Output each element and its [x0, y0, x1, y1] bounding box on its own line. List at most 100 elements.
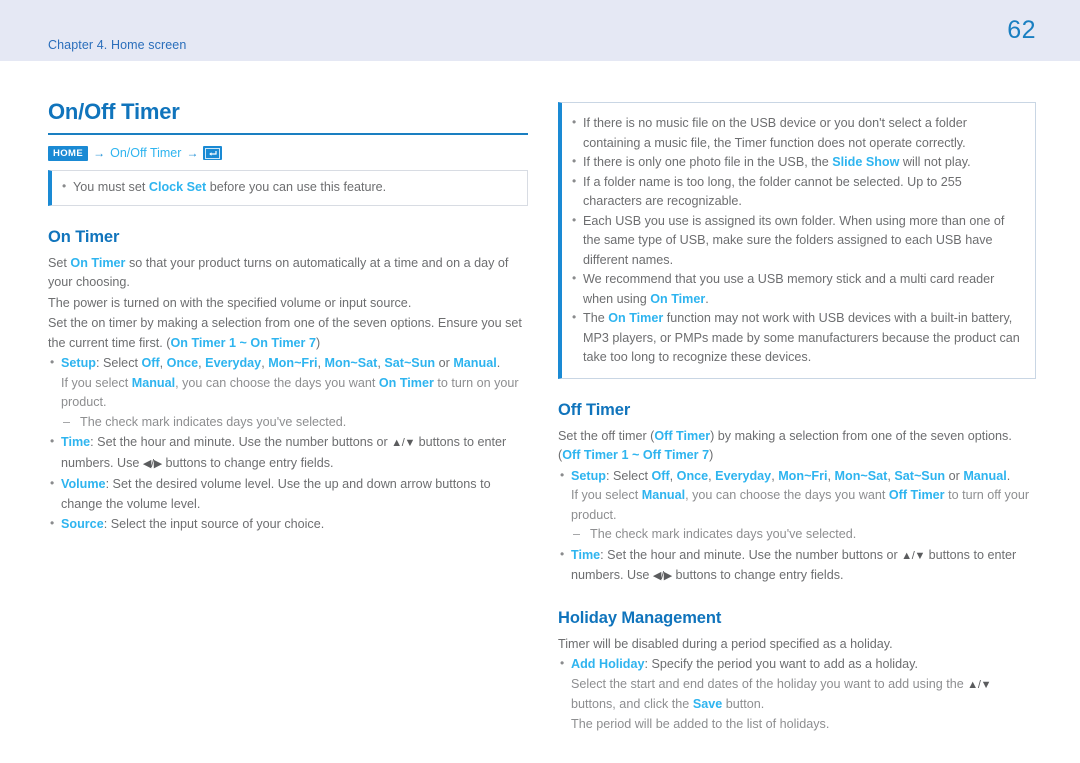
link-manual[interactable]: Manual — [642, 488, 685, 502]
usb-note-list: If there is no music file on the USB dev… — [570, 113, 1023, 368]
text-fragment: Select the start and end dates of the ho… — [571, 676, 968, 691]
note-box-usb: If there is no music file on the USB dev… — [558, 102, 1036, 379]
text-fragment: The — [583, 311, 609, 325]
text-fragment: : Select the input source of your choice… — [103, 517, 325, 531]
link-on-timer-note-2[interactable]: On Timer — [608, 311, 663, 325]
list-item-time: Time: Set the hour and minute. Use the n… — [48, 432, 528, 474]
section-title-holiday-management: Holiday Management — [558, 608, 722, 627]
option-off[interactable]: Off — [141, 356, 159, 370]
page-body: On/Off Timer HOME → On/Off Timer → You m… — [0, 61, 1080, 763]
text-fragment: : Set the hour and minute. Use the numbe… — [600, 547, 902, 562]
list-item-source: Source: Select the input source of your … — [48, 514, 528, 535]
list-item: The On Timer function may not work with … — [570, 308, 1023, 368]
option-once[interactable]: Once — [167, 356, 199, 370]
option-label-source[interactable]: Source — [61, 517, 104, 531]
link-on-timer-inline[interactable]: On Timer — [379, 376, 434, 390]
text-fragment: If there is only one photo file in the U… — [583, 155, 833, 169]
text-fragment: . — [1006, 468, 1011, 483]
note-link-clock-set[interactable]: Clock Set — [149, 180, 206, 194]
off-timer-paragraph-1: Set the off timer (Off Timer) by making … — [558, 427, 1036, 466]
option-sat-sun[interactable]: Sat~Sun — [894, 469, 945, 483]
list-item-setup: Setup: Select Off, Once, Everyday, Mon~F… — [48, 353, 528, 433]
setup-dash-list: The check mark indicates days you've sel… — [571, 525, 1036, 545]
link-off-timer-inline[interactable]: Off Timer — [889, 488, 945, 502]
up-down-arrow-icon: ▲/▼ — [967, 678, 992, 691]
option-everyday[interactable]: Everyday — [205, 356, 261, 370]
option-sat-sun[interactable]: Sat~Sun — [384, 356, 435, 370]
dash-item: The check mark indicates days you've sel… — [61, 413, 528, 433]
text-fragment: If you select — [571, 488, 642, 502]
section-title-on-timer: On Timer — [48, 227, 120, 246]
option-mon-fri[interactable]: Mon~Fri — [778, 469, 827, 483]
text-fragment: , you can choose the days you want — [685, 488, 889, 502]
list-item: We recommend that you use a USB memory s… — [570, 269, 1023, 309]
text-fragment: If you select — [61, 375, 132, 390]
text-fragment: : Set the desired volume level. Use the … — [61, 477, 491, 511]
option-mon-sat[interactable]: Mon~Sat — [325, 356, 378, 370]
option-manual[interactable]: Manual — [963, 469, 1006, 483]
list-item-add-holiday: Add Holiday: Specify the period you want… — [558, 654, 1036, 734]
breadcrumb-item-onoff-timer[interactable]: On/Off Timer — [110, 145, 181, 161]
text-fragment: ) — [709, 448, 714, 462]
dash-item: The check mark indicates days you've sel… — [571, 525, 1036, 545]
list-item: If there is only one photo file in the U… — [570, 152, 1023, 173]
text-fragment: , you can choose the days you want — [175, 375, 379, 390]
list-item: If there is no music file on the USB dev… — [570, 113, 1023, 153]
off-timer-bullet-list: Setup: Select Off, Once, Everyday, Mon~F… — [558, 466, 1036, 587]
option-manual[interactable]: Manual — [453, 356, 496, 370]
note-text-before: You must set — [73, 180, 149, 194]
link-on-timer-1[interactable]: On Timer 1 — [170, 336, 236, 350]
option-mon-sat[interactable]: Mon~Sat — [835, 469, 888, 483]
option-label-setup[interactable]: Setup — [571, 469, 606, 483]
text-fragment: . — [705, 291, 709, 306]
option-label-time[interactable]: Time — [571, 548, 600, 562]
setup-sub-text: If you select Manual, you can choose the… — [61, 374, 528, 413]
text-fragment: or — [435, 356, 454, 370]
on-timer-bullet-list: Setup: Select Off, Once, Everyday, Mon~F… — [48, 353, 528, 535]
setup-sub-text: If you select Manual, you can choose the… — [571, 486, 1036, 525]
option-label-setup[interactable]: Setup — [61, 356, 96, 370]
link-off-timer[interactable]: Off Timer — [654, 429, 710, 443]
option-label-volume[interactable]: Volume — [61, 477, 106, 491]
link-save-button[interactable]: Save — [693, 697, 722, 711]
text-fragment: : Set the hour and minute. Use the numbe… — [90, 435, 392, 449]
link-slide-show[interactable]: Slide Show — [832, 155, 899, 169]
text-fragment: : Specify the period you want to add as … — [644, 657, 918, 671]
breadcrumb-arrow-icon-2: → — [186, 146, 199, 160]
text-fragment: We recommend that you use a USB memory s… — [583, 272, 995, 306]
list-item: If a folder name is too long, the folder… — [570, 172, 1023, 212]
text-fragment: will not play. — [899, 155, 971, 169]
text-fragment: ) — [315, 335, 321, 350]
range-separator: ~ — [236, 335, 251, 350]
breadcrumb-home-badge[interactable]: HOME — [48, 145, 89, 161]
link-on-timer-note[interactable]: On Timer — [650, 292, 705, 306]
holiday-paragraph-1: Timer will be disabled during a period s… — [558, 636, 893, 651]
setup-dash-list: The check mark indicates days you've sel… — [61, 413, 528, 433]
chapter-label: Chapter 4. Home screen — [48, 38, 187, 52]
text-fragment: buttons, and click the — [571, 697, 693, 711]
note-item: You must set Clock Set before you can us… — [60, 177, 517, 198]
list-item-setup: Setup: Select Off, Once, Everyday, Mon~F… — [558, 466, 1036, 545]
range-separator: ~ — [628, 448, 643, 462]
link-manual[interactable]: Manual — [132, 376, 175, 390]
link-off-timer-1[interactable]: Off Timer 1 — [562, 448, 628, 462]
option-mon-fri[interactable]: Mon~Fri — [268, 356, 317, 370]
option-everyday[interactable]: Everyday — [715, 469, 771, 483]
left-right-arrow-icon: ◀/▶ — [652, 570, 672, 582]
text-fragment: . — [496, 356, 501, 370]
on-timer-paragraph-2: The power is turned on with the specifie… — [48, 295, 412, 310]
text-fragment: Set — [48, 255, 71, 270]
text-fragment: buttons to change entry fields. — [161, 455, 334, 470]
link-off-timer-7[interactable]: Off Timer 7 — [643, 448, 709, 462]
option-off[interactable]: Off — [651, 469, 669, 483]
list-item: Each USB you use is assigned its own fol… — [570, 211, 1023, 271]
option-label-time[interactable]: Time — [61, 435, 90, 449]
option-once[interactable]: Once — [677, 469, 709, 483]
link-on-timer[interactable]: On Timer — [70, 256, 125, 270]
link-on-timer-7[interactable]: On Timer 7 — [250, 336, 316, 350]
enter-key-icon — [203, 146, 223, 160]
on-timer-paragraph-1: Set On Timer so that your product turns … — [48, 254, 528, 293]
list-item-time: Time: Set the hour and minute. Use the n… — [558, 545, 1036, 587]
text-fragment: button. — [722, 697, 765, 711]
option-label-add-holiday[interactable]: Add Holiday — [571, 657, 644, 671]
